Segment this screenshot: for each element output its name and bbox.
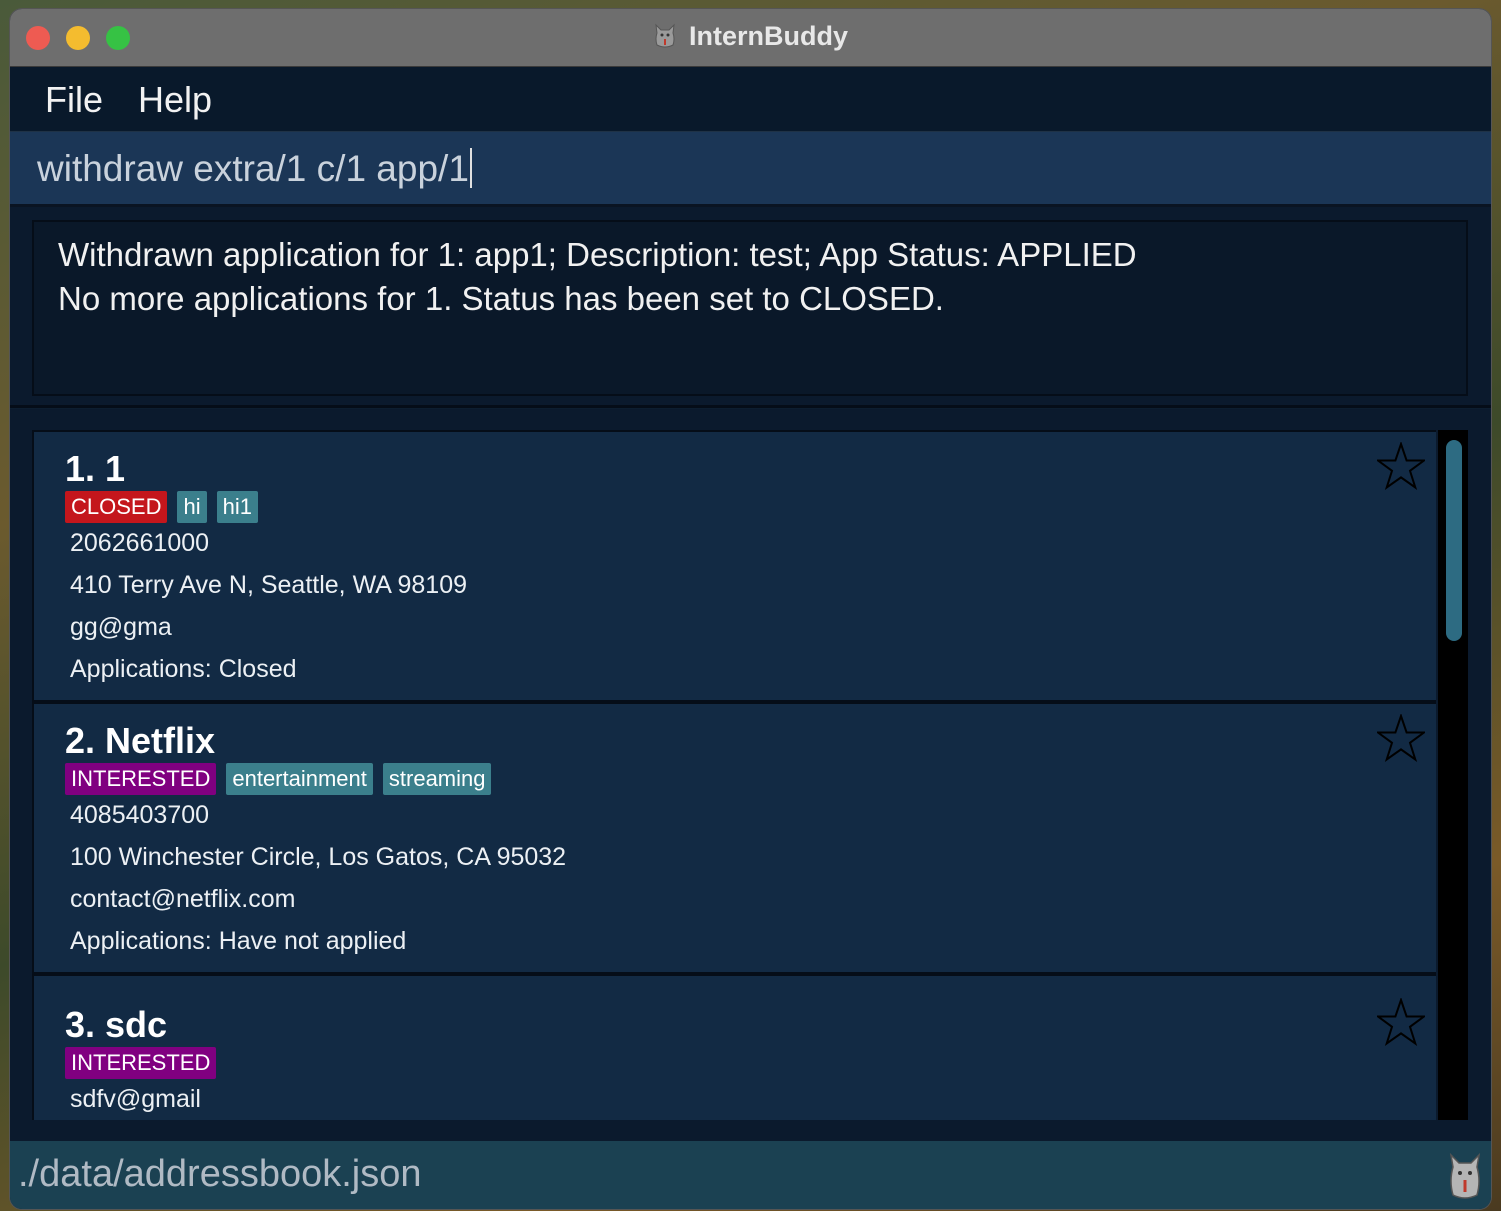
window-title-text: InternBuddy bbox=[689, 21, 848, 51]
tag-row: INTERESTED entertainment streaming bbox=[65, 763, 501, 795]
result-line-2: No more applications for 1. Status has b… bbox=[58, 280, 944, 317]
company-name: 1. 1 bbox=[65, 448, 126, 489]
title-bar: InternBuddy bbox=[10, 9, 1491, 67]
status-badge: CLOSED bbox=[65, 491, 168, 523]
company-card-3[interactable]: 3. sdc INTERESTED sdfv@gmail bbox=[32, 974, 1436, 1120]
cat-mascot-icon bbox=[1449, 1152, 1481, 1199]
company-card-1[interactable]: 1. 1 CLOSED hi hi1 2062661000 410 Terry Av… bbox=[32, 430, 1436, 702]
company-applications: Applications: Have not applied bbox=[70, 927, 407, 955]
list-scrollbar[interactable] bbox=[1438, 430, 1468, 1120]
text-caret bbox=[469, 148, 472, 188]
status-badge: INTERESTED bbox=[65, 763, 217, 795]
scrollbar-thumb[interactable] bbox=[1446, 440, 1462, 641]
result-line-1: Withdrawn application for 1: app1; Descr… bbox=[58, 236, 1137, 273]
company-name: 3. sdc bbox=[65, 1004, 168, 1045]
tag-badge: entertainment bbox=[226, 763, 373, 795]
command-value: withdraw extra/1 c/1 app/1 bbox=[37, 148, 469, 189]
status-badge: INTERESTED bbox=[65, 1047, 217, 1079]
tag-badge: hi bbox=[177, 491, 207, 523]
company-address: 100 Winchester Circle, Los Gatos, CA 950… bbox=[70, 843, 567, 871]
cat-mascot-icon bbox=[655, 23, 675, 48]
data-file-path: ./data/addressbook.json bbox=[18, 1153, 422, 1195]
app-window: InternBuddy File Help withdraw extra/1 c… bbox=[10, 9, 1491, 1209]
tag-badge: streaming bbox=[382, 763, 492, 795]
status-bar: ./data/addressbook.json bbox=[10, 1141, 1491, 1209]
company-phone: 4085403700 bbox=[70, 801, 210, 829]
company-phone: 2062661000 bbox=[70, 529, 210, 557]
company-email: contact@netflix.com bbox=[70, 885, 296, 913]
command-input-text: withdraw extra/1 c/1 app/1 bbox=[37, 148, 472, 190]
star-outline-icon[interactable] bbox=[1377, 442, 1425, 490]
command-input[interactable]: withdraw extra/1 c/1 app/1 bbox=[10, 132, 1491, 207]
tag-row: INTERESTED bbox=[65, 1047, 226, 1079]
company-email: sdfv@gmail bbox=[70, 1085, 201, 1113]
company-name: 2. Netflix bbox=[65, 720, 216, 761]
star-outline-icon[interactable] bbox=[1377, 714, 1425, 762]
tag-badge: hi1 bbox=[216, 491, 258, 523]
tag-row: CLOSED hi hi1 bbox=[65, 491, 268, 523]
company-applications: Applications: Closed bbox=[70, 655, 297, 683]
company-address: 410 Terry Ave N, Seattle, WA 98109 bbox=[70, 571, 467, 599]
menu-file[interactable]: File bbox=[45, 79, 103, 121]
result-display: Withdrawn application for 1: app1; Descr… bbox=[32, 220, 1468, 396]
company-list[interactable]: 1. 1 CLOSED hi hi1 2062661000 410 Terry Av… bbox=[32, 430, 1436, 1120]
company-list-pane: 1. 1 CLOSED hi hi1 2062661000 410 Terry Av… bbox=[10, 409, 1491, 1141]
result-display-pane: Withdrawn application for 1: app1; Descr… bbox=[10, 207, 1491, 408]
menu-bar: File Help bbox=[10, 67, 1491, 132]
window-title: InternBuddy bbox=[10, 21, 1491, 52]
company-card-2[interactable]: 2. Netflix INTERESTED entertainment stream… bbox=[32, 702, 1436, 974]
company-email: gg@gma bbox=[70, 613, 172, 641]
star-outline-icon[interactable] bbox=[1377, 998, 1425, 1046]
menu-help[interactable]: Help bbox=[138, 79, 212, 121]
